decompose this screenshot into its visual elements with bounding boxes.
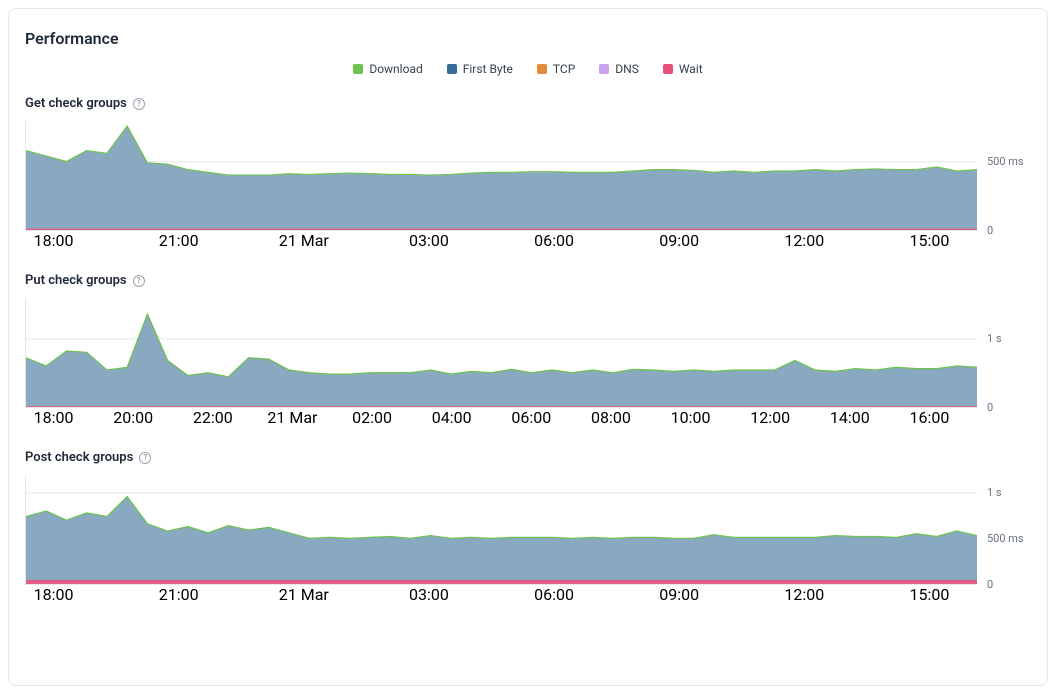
y-axis: 1 s500 ms0 (977, 475, 1031, 585)
chart-title: Put check groups? (25, 273, 1031, 288)
legend-label: First Byte (463, 62, 513, 76)
x-tick: 20:00 (113, 408, 153, 427)
x-tick: 22:00 (193, 408, 233, 427)
series-first-byte (26, 497, 977, 584)
legend-swatch (447, 64, 457, 74)
legend-item-download[interactable]: Download (353, 62, 422, 76)
x-tick: 02:00 (352, 408, 392, 427)
legend-item-dns[interactable]: DNS (599, 62, 639, 76)
x-tick: 09:00 (659, 231, 699, 250)
x-tick: 21:00 (159, 231, 199, 250)
x-tick: 06:00 (511, 408, 551, 427)
y-tick: 0 (987, 224, 993, 237)
y-axis: 500 ms0 (977, 121, 1031, 231)
x-tick: 06:00 (534, 585, 574, 604)
chart-title: Post check groups? (25, 450, 1031, 465)
x-tick: 14:00 (830, 408, 870, 427)
x-tick: 21 Mar (267, 408, 317, 427)
x-axis: 18:00 20:00 22:00 21 Mar 02:00 04:00 06:00 08:0… (25, 408, 977, 426)
y-tick: 0 (987, 401, 993, 414)
legend-label: Wait (679, 62, 703, 76)
chart-title: Get check groups? (25, 96, 1031, 111)
chart-title-text: Put check groups (25, 273, 127, 288)
chart-block: Put check groups? 18:00 20:00 22:00 21 Mar 02… (25, 273, 1031, 426)
x-tick: 16:00 (909, 408, 949, 427)
x-tick: 03:00 (409, 585, 449, 604)
series-wait (26, 406, 977, 407)
series-wait (26, 229, 977, 230)
x-tick: 08:00 (591, 408, 631, 427)
x-axis: 18:00 21:00 21 Mar 03:00 06:00 09:00 12:00 15:0… (25, 585, 977, 603)
x-tick: 18:00 (34, 231, 74, 250)
x-tick: 12:00 (784, 231, 824, 250)
x-tick: 12:00 (750, 408, 790, 427)
x-tick: 04:00 (432, 408, 472, 427)
legend: Download First Byte TCP DNS Wait (25, 62, 1031, 76)
legend-item-wait[interactable]: Wait (663, 62, 703, 76)
x-tick: 03:00 (409, 231, 449, 250)
x-tick: 18:00 (34, 585, 74, 604)
chart-canvas[interactable] (25, 475, 977, 585)
x-tick: 06:00 (534, 231, 574, 250)
x-tick: 21 Mar (279, 231, 329, 250)
chart-canvas[interactable] (25, 298, 977, 408)
legend-label: Download (369, 62, 422, 76)
legend-swatch (353, 64, 363, 74)
y-tick: 1 s (987, 332, 1002, 345)
legend-swatch (537, 64, 547, 74)
x-tick: 15:00 (909, 585, 949, 604)
chart-title-text: Get check groups (25, 96, 127, 111)
chart-block: Get check groups? 18:00 21:00 21 Mar 03:00 06… (25, 96, 1031, 249)
help-icon[interactable]: ? (139, 452, 151, 464)
x-tick: 15:00 (909, 231, 949, 250)
y-tick: 500 ms (987, 532, 1024, 545)
y-tick: 1 s (987, 486, 1002, 499)
performance-title: Performance (25, 29, 1031, 48)
performance-card: Performance Download First Byte TCP DNS Wait… (8, 8, 1048, 686)
legend-item-first-byte[interactable]: First Byte (447, 62, 513, 76)
x-tick: 12:00 (784, 585, 824, 604)
chart-canvas[interactable] (25, 121, 977, 231)
x-tick: 21 Mar (279, 585, 329, 604)
help-icon[interactable]: ? (133, 275, 145, 287)
chart-title-text: Post check groups (25, 450, 133, 465)
x-tick: 18:00 (34, 408, 74, 427)
help-icon[interactable]: ? (133, 98, 145, 110)
chart-block: Post check groups? 18:00 21:00 21 Mar 03:00 0… (25, 450, 1031, 603)
x-tick: 09:00 (659, 585, 699, 604)
legend-label: DNS (615, 62, 639, 76)
x-axis: 18:00 21:00 21 Mar 03:00 06:00 09:00 12:00 15:0… (25, 231, 977, 249)
x-tick: 10:00 (671, 408, 711, 427)
x-tick: 21:00 (159, 585, 199, 604)
legend-item-tcp[interactable]: TCP (537, 62, 575, 76)
y-tick: 500 ms (987, 155, 1024, 168)
y-tick: 0 (987, 578, 993, 591)
y-axis: 1 s0 (977, 298, 1031, 408)
legend-label: TCP (553, 62, 575, 76)
series-wait (26, 580, 977, 584)
series-first-byte (26, 126, 977, 230)
legend-swatch (599, 64, 609, 74)
legend-swatch (663, 64, 673, 74)
